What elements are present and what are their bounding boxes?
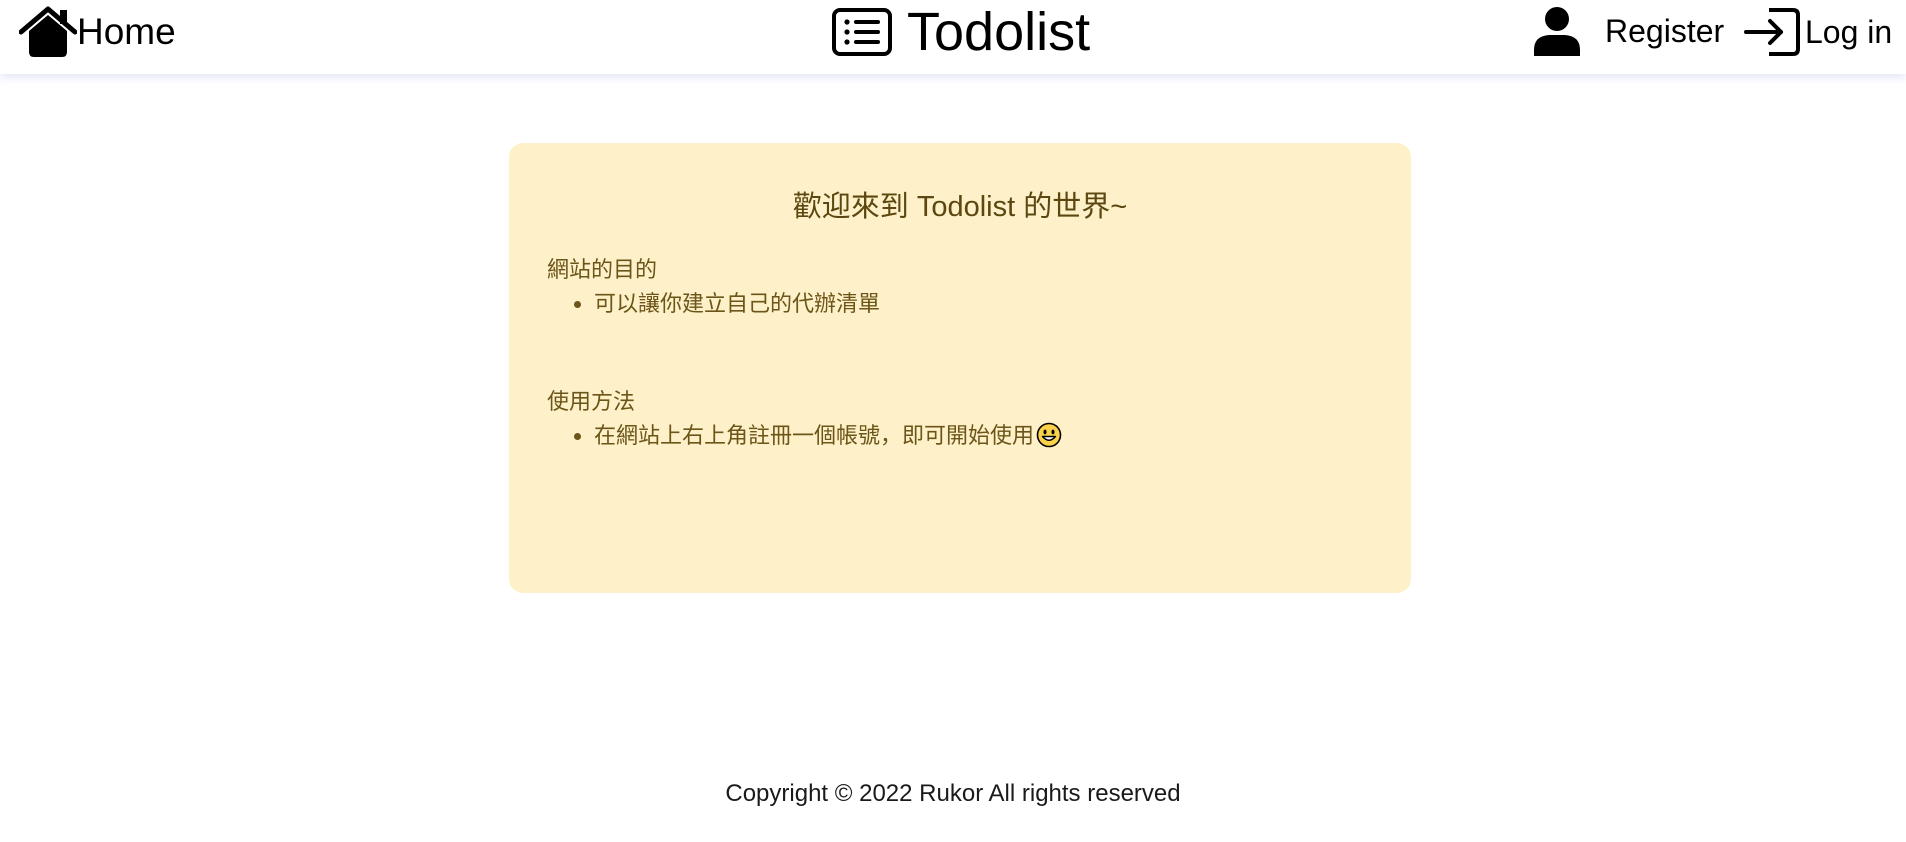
list-item: 在網站上右上角註冊一個帳號，即可開始使用 [594,421,1062,451]
smiley-face-icon [1036,422,1062,448]
purpose-list: 可以讓你建立自己的代辦清單 [547,289,880,319]
list-icon [832,8,892,56]
home-link[interactable]: Home [19,6,176,58]
register-link[interactable]: Register [1531,6,1724,56]
purpose-section: 網站的目的 可以讓你建立自己的代辦清單 [547,255,880,319]
navbar: Home Todolist Register Log in [0,0,1906,74]
usage-heading: 使用方法 [547,389,636,414]
footer-copyright: Copyright © 2022 Rukor All rights reserv… [725,780,1181,807]
brand-title: Todolist [907,2,1091,62]
usage-item-text: 在網站上右上角註冊一個帳號，即可開始使用 [594,423,1035,448]
login-label: Log in [1805,14,1893,50]
usage-list: 在網站上右上角註冊一個帳號，即可開始使用 [547,421,1062,451]
login-arrow-icon [1744,8,1800,56]
welcome-title: 歡迎來到 Todolist 的世界~ [792,191,1128,223]
welcome-card: 歡迎來到 Todolist 的世界~ 網站的目的 可以讓你建立自己的代辦清單 使… [509,143,1411,593]
brand: Todolist [831,2,1090,62]
purpose-heading: 網站的目的 [547,257,658,282]
login-link[interactable]: Log in [1743,6,1892,58]
usage-section: 使用方法 在網站上右上角註冊一個帳號，即可開始使用 [547,387,1062,451]
list-item: 可以讓你建立自己的代辦清單 [594,289,880,319]
house-icon [19,6,77,57]
person-icon [1534,7,1580,56]
home-label: Home [77,11,176,52]
register-label: Register [1605,13,1725,49]
